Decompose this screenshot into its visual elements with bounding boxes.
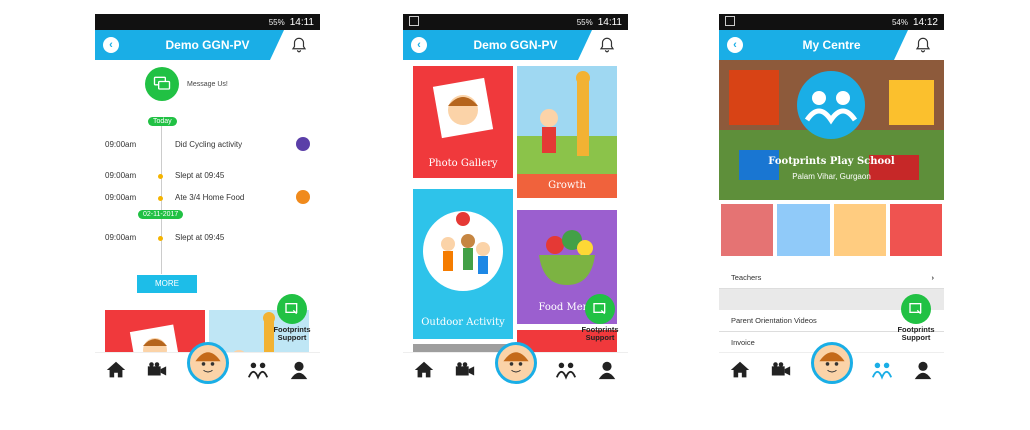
parent-orientation-label: Parent Orientation Videos	[731, 316, 817, 325]
page-title: My Centre	[802, 38, 861, 52]
teachers-row[interactable]: Teachers ›	[719, 267, 944, 289]
support-icon	[585, 293, 615, 324]
support-icon	[901, 293, 931, 324]
back-button[interactable]: ‹	[727, 37, 743, 53]
profile-icon[interactable]	[287, 358, 311, 382]
timeline-activity: Did Cycling activity	[175, 140, 243, 149]
photo-gallery-label: Photo Gallery	[428, 158, 498, 169]
invoice-label: Invoice	[731, 338, 755, 347]
thumbnail-photo[interactable]	[889, 204, 942, 256]
school-name: Footprints Play School	[768, 156, 895, 167]
photo-gallery-tile[interactable]: Photo Gallery	[413, 66, 513, 178]
battery-level: 54%	[891, 17, 908, 27]
footprints-support-button[interactable]: Footprints Support	[578, 293, 622, 343]
timeline-dot	[158, 174, 163, 179]
date-badge: 02-11-2017	[138, 210, 184, 219]
growth-label: Growth	[548, 180, 586, 191]
status-bar: 55% 14:11	[403, 14, 628, 30]
home-icon[interactable]	[104, 358, 128, 382]
school-location: Palam Vihar, Gurgaon	[792, 172, 871, 181]
outdoor-activity-tile[interactable]: Outdoor Activity	[413, 189, 513, 339]
timeline-dot	[158, 236, 163, 241]
photo-thumbnails	[719, 204, 944, 258]
timeline-time: 09:00am	[105, 233, 137, 242]
app-bar: ‹ Demo GGN-PV	[95, 30, 320, 60]
timeline-time: 09:00am	[105, 193, 137, 202]
bell-icon	[599, 37, 615, 53]
message-us-label: Message Us!	[187, 80, 228, 88]
video-camera-icon[interactable]	[453, 358, 477, 382]
message-us-button[interactable]: Message Us!	[145, 67, 228, 101]
home-icon[interactable]	[412, 358, 436, 382]
profile-icon[interactable]	[911, 358, 935, 382]
gallery-notification-icon	[409, 16, 419, 26]
app-bar: ‹ My Centre	[719, 30, 944, 60]
support-label: Footprints Support	[581, 324, 619, 342]
thumbnail-photo[interactable]	[721, 204, 774, 256]
timeline-activity: Slept at 09:45	[175, 171, 225, 180]
timeline-time: 09:00am	[105, 140, 137, 149]
page-title: Demo GGN-PV	[473, 38, 558, 52]
chevron-right-icon: ›	[931, 273, 935, 282]
support-icon	[277, 293, 307, 324]
status-bar: 55% 14:11	[95, 14, 320, 30]
notifications-button[interactable]	[578, 30, 628, 60]
back-button[interactable]: ‹	[103, 37, 119, 53]
child-avatar[interactable]	[495, 342, 537, 384]
timeline-dot	[158, 196, 163, 201]
video-camera-icon[interactable]	[769, 358, 793, 382]
home-icon[interactable]	[728, 358, 752, 382]
support-label: Footprints Support	[273, 324, 311, 342]
support-label: Footprints Support	[897, 324, 935, 342]
parents-icon-active[interactable]	[870, 358, 894, 382]
battery-level: 55%	[268, 17, 285, 27]
notifications-button[interactable]	[894, 30, 944, 60]
outdoor-activity-label: Outdoor Activity	[421, 317, 505, 328]
notifications-button[interactable]	[270, 30, 320, 60]
bell-icon	[915, 37, 931, 53]
bell-icon	[291, 37, 307, 53]
phone-timeline-screen: 55% 14:11 ‹ Demo GGN-PV Message Us! Toda…	[95, 14, 320, 386]
phone-my-centre-screen: 54% 14:12 ‹ My Centre Footprints Play Sc…	[719, 14, 944, 386]
status-bar: 54% 14:12	[719, 14, 944, 30]
today-badge: Today	[148, 117, 177, 126]
parents-icon[interactable]	[246, 358, 270, 382]
gallery-notification-icon	[725, 16, 735, 26]
thumbnail-photo[interactable]	[777, 204, 830, 256]
video-camera-icon[interactable]	[145, 358, 169, 382]
parents-icon[interactable]	[554, 358, 578, 382]
clock: 14:11	[289, 16, 314, 28]
clock: 14:12	[912, 16, 938, 28]
phone-dashboard-screen: 55% 14:11 ‹ Demo GGN-PV Photo Gallery Gr…	[403, 14, 628, 386]
growth-tile[interactable]: Growth	[517, 66, 617, 198]
child-avatar[interactable]	[811, 342, 853, 384]
food-icon	[296, 190, 310, 204]
app-bar: ‹ Demo GGN-PV	[403, 30, 628, 60]
thumbnail-photo[interactable]	[833, 204, 886, 256]
timeline-time: 09:00am	[105, 171, 137, 180]
more-button[interactable]: MORE	[137, 275, 197, 293]
page-title: Demo GGN-PV	[165, 38, 250, 52]
back-button[interactable]: ‹	[411, 37, 427, 53]
timeline-activity: Slept at 09:45	[175, 233, 225, 242]
teachers-label: Teachers	[731, 273, 762, 282]
battery-level: 55%	[576, 17, 593, 27]
profile-icon[interactable]	[595, 358, 619, 382]
child-avatar[interactable]	[187, 342, 229, 384]
footprints-support-button[interactable]: Footprints Support	[270, 293, 314, 343]
chat-icon	[145, 67, 179, 101]
timeline-activity: Ate 3/4 Home Food	[175, 193, 245, 202]
clock: 14:11	[597, 16, 622, 28]
footprints-support-button[interactable]: Footprints Support	[894, 293, 938, 343]
cycling-icon	[296, 137, 310, 151]
centre-hero-image: Footprints Play School Palam Vihar, Gurg…	[719, 60, 944, 200]
